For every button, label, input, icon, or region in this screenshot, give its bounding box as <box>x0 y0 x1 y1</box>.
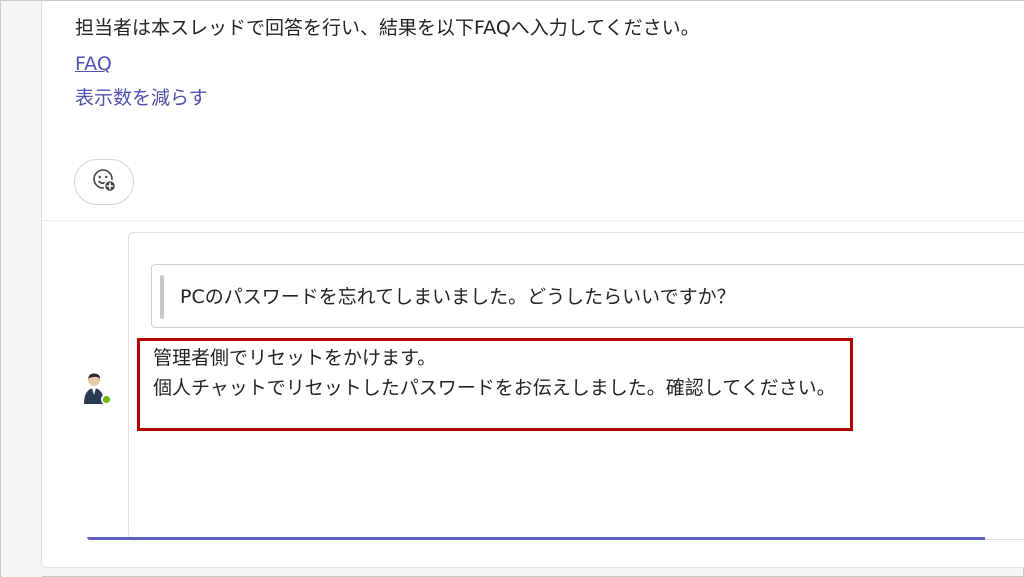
divider <box>42 220 1024 221</box>
quoted-message[interactable]: PCのパスワードを忘れてしまいました。どうしたらいいですか？ <box>151 264 1024 328</box>
reply-line-2: 個人チャットでリセットしたパスワードをお伝えしました。確認してください。 <box>153 377 836 399</box>
previous-message-text: 担当者は本スレッドで回答を行い、結果を以下FAQへ入力してください。 <box>75 17 700 39</box>
show-less-link[interactable]: 表示数を減らす <box>75 84 208 112</box>
add-reaction-icon <box>91 167 117 197</box>
reply-message-card: PCのパスワードを忘れてしまいました。どうしたらいいですか？ 管理者側でリセット… <box>128 232 1024 540</box>
add-reaction-button[interactable] <box>74 159 134 205</box>
presence-available-icon <box>101 394 112 405</box>
quoted-message-text: PCのパスワードを忘れてしまいました。どうしたらいいですか？ <box>180 286 736 308</box>
reply-line-1: 管理者側でリセットをかけます。 <box>153 347 437 369</box>
reply-focus-underline <box>87 537 985 540</box>
faq-link[interactable]: FAQ <box>75 50 112 78</box>
quote-bar <box>160 275 164 319</box>
message-thread-card: 担当者は本スレッドで回答を行い、結果を以下FAQへ入力してください。 FAQ 表… <box>41 1 1024 568</box>
reply-message-text: 管理者側でリセットをかけます。 個人チャットでリセットしたパスワードをお伝えしま… <box>153 343 836 403</box>
left-gutter <box>2 1 42 577</box>
user-avatar[interactable] <box>80 371 112 405</box>
window-frame: 担当者は本スレッドで回答を行い、結果を以下FAQへ入力してください。 FAQ 表… <box>0 0 1024 577</box>
